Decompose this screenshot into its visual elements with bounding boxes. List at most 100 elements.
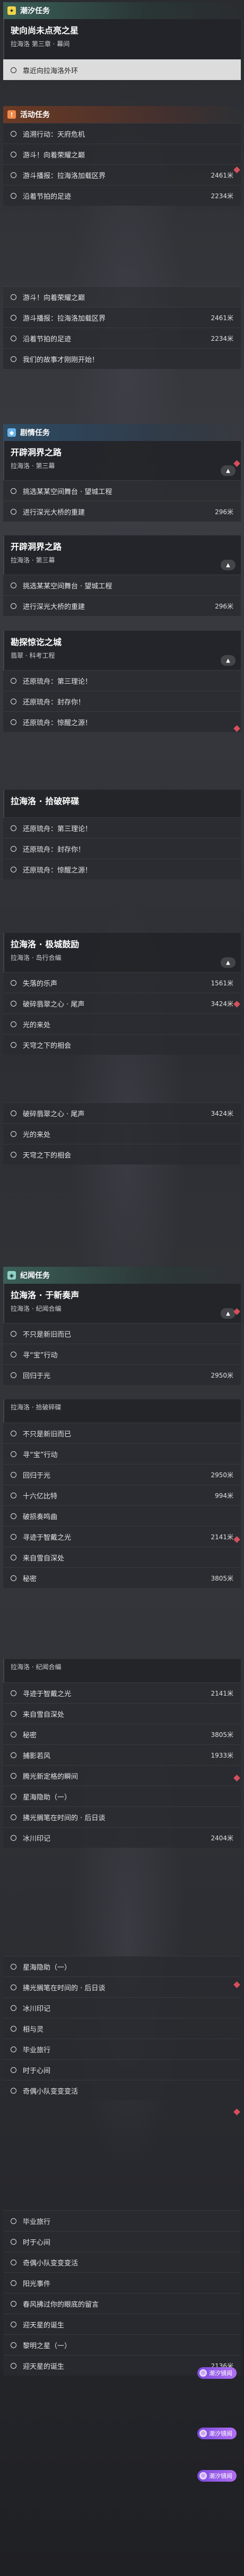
objective-label: 不只是新旧而已 [23,1330,72,1339]
quest-title-block[interactable]: 拉海洛 · 拾破碎碟 [3,1399,241,1423]
quest-item[interactable]: 不只是新旧而已 [3,1323,241,1344]
event-quest-panel: ! 活动任务 追溯行动：天府危机 游斗！向着荣耀之巅 游斗播报：拉海洛加载区界 2… [3,106,241,206]
quest-item[interactable]: 天穹之下的相会 [3,1034,241,1055]
quest-subtitle: 拉海洛 · 第三幕 [11,462,55,470]
objective-label: 还原琉舟：封存你！ [23,698,85,707]
echo-section-header[interactable]: ◈ 纪闻任务 [3,1267,241,1284]
quest-item[interactable]: 奇偶小队变变变活 [3,2252,241,2272]
quest-title-block[interactable]: 勘探惊讫之城 翡翠 · 科考工程 ▲ [3,631,241,670]
quest-item[interactable]: 游斗！向着荣耀之巅 [3,144,241,164]
quest-item[interactable]: 光的来处 [3,1123,241,1144]
objective-circle-icon [11,719,16,725]
quest-item[interactable]: 冰川印记 2404米 [3,1827,241,1848]
objective-circle-icon [11,1351,16,1357]
quest-item[interactable]: 拂光搁笔在时间的 · 后日谈 [3,1977,241,1997]
objective-circle-icon [11,2342,16,2348]
tide-section-header[interactable]: ✦ 潮汐任务 [3,2,241,19]
quest-item[interactable]: 进行深光大桥的重建 296米 [3,595,241,616]
collapse-button[interactable]: ▲ [221,655,236,666]
quest-item[interactable]: 回归于光 2950米 [3,1364,241,1385]
quest-title-block[interactable]: 开辟洞界之路 拉海洛 · 第三幕 ▲ [3,441,241,480]
quest-item[interactable]: 游斗播报：拉海洛加载区界 2461米 [3,307,241,328]
quest-item[interactable]: 还原琉舟：封存你！ [3,838,241,859]
quest-item[interactable]: 还原琉舟：惊醒之源！ [3,711,241,732]
quest-item[interactable]: 我们的故事才刚刚开始！ [3,348,241,369]
collapse-button[interactable]: ▲ [221,957,236,968]
tide-echo-badge[interactable]: ◎ 潮汐镜闻 [197,2367,237,2379]
collapse-button[interactable]: ▲ [221,465,236,476]
quest-item[interactable]: 寻“宝”行动 [3,1443,241,1464]
quest-item[interactable]: 阳光事件 [3,2272,241,2293]
quest-title: 开辟洞界之路 [11,447,62,457]
quest-title-block[interactable]: 拉海洛 · 极城鼓励 拉海洛 · 岛行合编 ▲ [3,933,241,972]
quest-item[interactable]: 捕影若风 1933米 [3,1744,241,1765]
distance-label: 2141米 [211,1533,233,1541]
quest-title-block[interactable]: 拉海洛 · 拾破碎碟 [3,790,241,817]
quest-item[interactable]: 失落的乐声 1561米 [3,972,241,993]
quest-item[interactable]: 相与灵 [3,2018,241,2039]
distance-label: 3805米 [211,1574,233,1582]
quest-item[interactable]: 追溯行动：天府危机 [3,123,241,144]
quest-title-block[interactable]: 开辟洞界之路 拉海洛 · 第三幕 ▲ [3,535,241,575]
quest-item[interactable]: 寻迹于智戴之光 2141米 [3,1526,241,1547]
stream-quest-panel: 开辟洞界之路 拉海洛 · 第三幕 ▲ 挑选某某空间舞台 · 望城工程 进行深光大… [3,535,241,616]
quest-item[interactable]: 来自雪自深处 [3,1703,241,1724]
event-section-header[interactable]: ! 活动任务 [3,106,241,123]
quest-item[interactable]: 秘密 3805米 [3,1567,241,1588]
quest-item[interactable]: 挑选某某空间舞台 · 望城工程 [3,480,241,501]
quest-item[interactable]: 腾光新定格的瞬间 [3,1765,241,1786]
quest-item[interactable]: 光的来处 [3,1013,241,1034]
quest-item[interactable]: 天穹之下的相会 [3,1144,241,1165]
quest-item[interactable]: 来自雪自深处 [3,1547,241,1567]
collapse-button[interactable]: ▲ [221,1308,236,1319]
tide-echo-badge[interactable]: ◎ 潮汐镜闻 [197,2470,237,2482]
quest-item[interactable]: 回归于光 2950米 [3,1464,241,1485]
quest-item[interactable]: 破碎翡翠之心 · 尾声 3424米 [3,1102,241,1123]
quest-item[interactable]: 春风拂过你的眼底的留言 [3,2293,241,2314]
quest-item[interactable]: 沿着节拍的足迹 2234米 [3,328,241,348]
quest-title: 勘探惊讫之城 [11,637,62,647]
tide-echo-badge[interactable]: ◎ 潮汐镜闻 [197,2428,237,2439]
quest-item[interactable]: 奇偶小队变变变活 [3,2080,241,2101]
quest-item[interactable]: 星海隐助（一） [3,1956,241,1977]
quest-item[interactable]: 寻迹于智戴之光 2141米 [3,1682,241,1703]
quest-item[interactable]: 十六亿比特 994米 [3,1485,241,1505]
quest-item[interactable]: 进行深光大桥的重建 296米 [3,501,241,522]
quest-item[interactable]: 星海隐助（一） [3,1786,241,1806]
quest-item[interactable]: 挑选某某空间舞台 · 望城工程 [3,575,241,595]
objective-label: 破碎翡翠之心 · 尾声 [23,1110,85,1118]
quest-item[interactable]: 还原琉舟：惊醒之源！ [3,859,241,879]
quest-item[interactable]: 游斗！向着荣耀之巅 [3,286,241,307]
quest-title-block[interactable]: 驶向尚未点亮之星 拉海洛 第三章 · 幕间 [3,19,241,59]
quest-title-block[interactable]: 拉海洛 · 于新奏声 拉海洛 · 纪闻合编 ▲ [3,1284,241,1323]
quest-item[interactable]: 迎天星的诞生 [3,2314,241,2334]
quest-item[interactable]: 破损奏鸣曲 [3,1505,241,1526]
quest-subtitle: 拉海洛 · 岛行合编 [11,954,62,961]
quest-item[interactable]: 时于心间 [3,2059,241,2080]
quest-item[interactable]: 秘密 3805米 [3,1724,241,1744]
quest-item[interactable]: 沿着节拍的足迹 2234米 [3,185,241,206]
objective-label: 回归于光 [23,1372,51,1380]
quest-item[interactable]: 游斗播报：拉海洛加载区界 2461米 [3,164,241,185]
quest-objective-selected[interactable]: 靠近向拉海洛外环 [3,59,241,80]
quest-title-block[interactable]: 拉海洛 · 纪闻合编 [3,1659,241,1682]
quest-item[interactable]: 还原琉舟：第三理论！ [3,670,241,691]
quest-item[interactable]: 不只是新旧而已 [3,1423,241,1443]
quest-item[interactable]: 毕业旅行 [3,2210,241,2231]
quest-item[interactable]: 破碎翡翠之心 · 尾声 3424米 [3,993,241,1013]
objective-label: 沿着节拍的足迹 [23,335,72,343]
badge-label: 潮汐镜闻 [209,2473,232,2480]
quest-item[interactable]: 黎明之星（一） [3,2334,241,2355]
map-marker-icon[interactable] [233,2109,240,2115]
quest-item[interactable]: 寻“宝”行动 [3,1344,241,1364]
quest-item[interactable]: 还原琉舟：第三理论！ [3,817,241,838]
quest-item[interactable]: 拂光搁笔在时间的 · 后日谈 [3,1806,241,1827]
collapse-button[interactable]: ▲ [221,560,236,570]
echo-quest-panel: 拉海洛 · 纪闻合编 寻迹于智戴之光 2141米 来自雪自深处 秘密 3805米 捕… [3,1659,241,1848]
objective-circle-icon [11,294,16,300]
stream-section-header[interactable]: ◆ 剧情任务 [3,424,241,441]
quest-item[interactable]: 冰川印记 [3,1997,241,2018]
quest-item[interactable]: 还原琉舟：封存你！ [3,691,241,711]
quest-item[interactable]: 毕业旅行 [3,2039,241,2059]
quest-item[interactable]: 时于心间 [3,2231,241,2252]
